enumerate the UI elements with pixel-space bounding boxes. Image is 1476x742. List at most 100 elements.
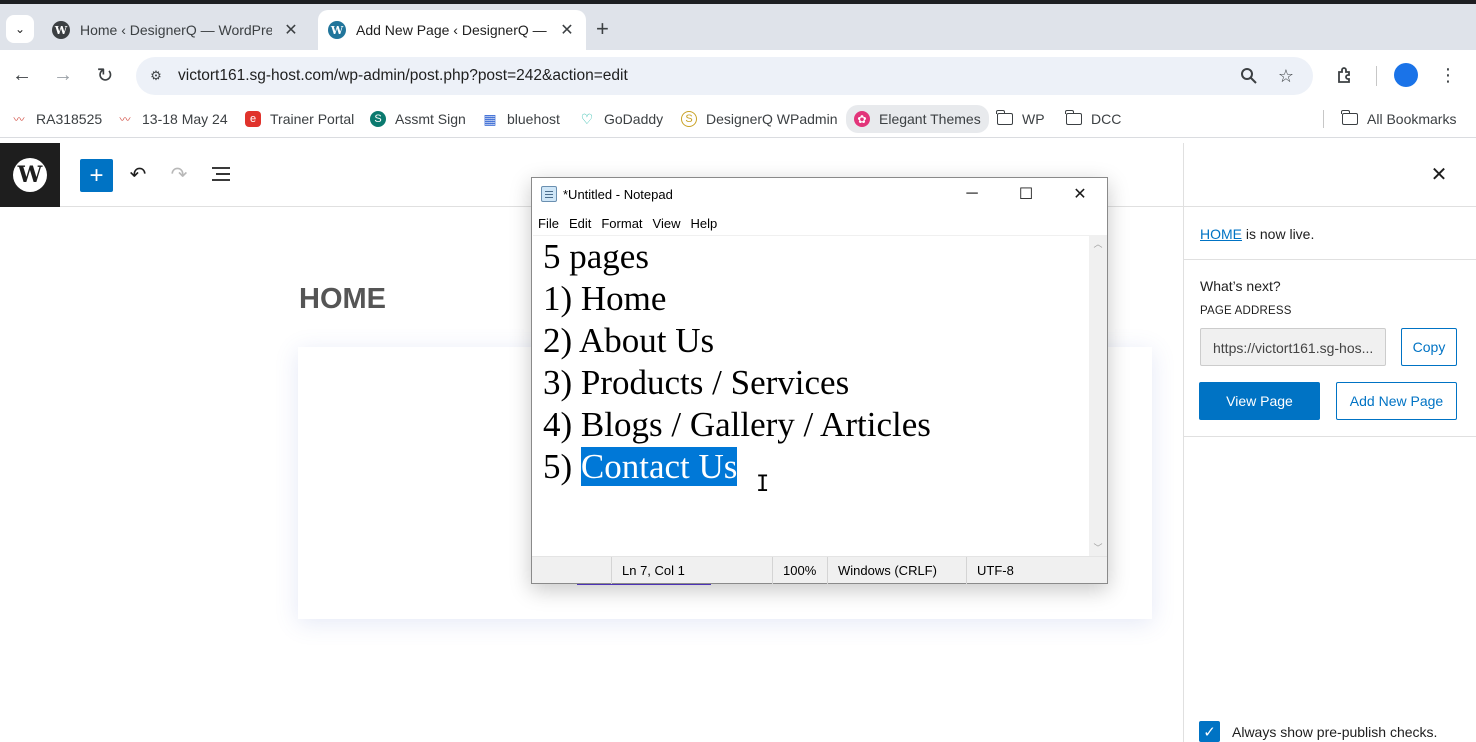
bookmark-folder-dcc[interactable]: DCC	[1065, 108, 1122, 130]
bookmark-13-18-may[interactable]: 〰 13-18 May 24	[117, 108, 228, 130]
menu-view[interactable]: View	[653, 216, 681, 231]
extensions-puzzle-icon[interactable]	[1332, 62, 1358, 88]
address-bar[interactable]: ⚙ victort161.sg-host.com/wp-admin/post.p…	[136, 57, 1313, 95]
text-line: 1) Home	[543, 279, 667, 318]
bookmark-label: DCC	[1091, 111, 1122, 127]
back-arrow-icon[interactable]: ←	[9, 62, 35, 88]
status-line-endings: Windows (CRLF)	[827, 557, 937, 584]
bookmark-godaddy[interactable]: ♡ GoDaddy	[579, 108, 663, 130]
bookmark-label: WP	[1022, 111, 1045, 127]
menu-file[interactable]: File	[538, 216, 559, 231]
status-position: Ln 7, Col 1	[611, 557, 685, 584]
all-bookmarks[interactable]: All Bookmarks	[1341, 108, 1457, 130]
text-line: 5) Contact Us	[543, 446, 738, 488]
folder-icon	[1341, 110, 1358, 127]
bookmarks-bar: 〰 RA318525 〰 13-18 May 24 e Trainer Port…	[0, 100, 1476, 138]
block-inserter-plus-button[interactable]: +	[80, 159, 113, 192]
minimize-icon[interactable]: ─	[945, 178, 999, 210]
bookmark-label: bluehost	[507, 111, 560, 127]
divider	[1184, 259, 1476, 260]
browser-tab-add-new-page[interactable]: W Add New Page ‹ DesignerQ — WordPress ✕	[318, 10, 586, 50]
folder-icon	[996, 110, 1013, 127]
forward-arrow-icon[interactable]: →	[50, 62, 76, 88]
window-title: *Untitled - Notepad	[563, 187, 673, 202]
elegant-themes-icon: ✿	[854, 111, 870, 127]
post-publish-panel: ✕ HOME is now live. What’s next? PAGE AD…	[1183, 143, 1476, 742]
scroll-down-arrow-icon[interactable]: ﹀	[1089, 539, 1107, 556]
chart-line-icon: 〰	[13, 114, 25, 126]
menu-format[interactable]: Format	[601, 216, 642, 231]
folder-icon	[1065, 110, 1082, 127]
selected-text: Contact Us	[580, 447, 738, 486]
bookmark-elegant-themes[interactable]: ✿ Elegant Themes	[846, 105, 989, 133]
tab-title: Add New Page ‹ DesignerQ — WordPress	[356, 22, 548, 38]
coin-icon: S	[681, 111, 697, 127]
bookmark-label: Assmt Sign	[395, 111, 466, 127]
bookmark-label: 13-18 May 24	[142, 111, 228, 127]
page-title[interactable]: HOME	[299, 283, 386, 316]
add-new-page-button[interactable]: Add New Page	[1336, 382, 1457, 420]
wordpress-favicon-icon: W	[52, 21, 70, 39]
bookmark-trainer-portal[interactable]: e Trainer Portal	[245, 108, 354, 130]
tab-title: Home ‹ DesignerQ — WordPress	[80, 22, 272, 38]
vertical-scrollbar[interactable]: ︿ ﹀	[1089, 235, 1107, 556]
notepad-title-bar[interactable]: *Untitled - Notepad ─ ☐ ✕	[532, 178, 1107, 210]
bookmark-folder-wp[interactable]: WP	[996, 108, 1045, 130]
bookmarks-separator	[1323, 110, 1324, 128]
scroll-up-arrow-icon[interactable]: ︿	[1089, 235, 1107, 252]
panel-header: ✕	[1184, 143, 1476, 207]
notepad-app-icon	[541, 186, 557, 202]
wordpress-logo-icon[interactable]: W	[0, 143, 60, 207]
checkmark-icon[interactable]: ✓	[1199, 721, 1220, 742]
status-zoom: 100%	[772, 557, 816, 584]
page-address-label: PAGE ADDRESS	[1200, 305, 1292, 317]
all-bookmarks-label: All Bookmarks	[1367, 111, 1457, 127]
notepad-text-area[interactable]: 5 pages 1) Home 2) About Us 3) Products …	[533, 235, 1089, 556]
close-icon[interactable]: ✕	[1428, 163, 1450, 186]
text-line: 2) About Us	[543, 321, 715, 360]
menu-edit[interactable]: Edit	[569, 216, 591, 231]
profile-avatar-icon[interactable]	[1393, 62, 1419, 88]
browser-menu-kebab-icon[interactable]: ⋮	[1435, 62, 1461, 88]
bookmark-label: RA318525	[36, 111, 103, 127]
page-address-field[interactable]: https://victort161.sg-hos...	[1200, 328, 1386, 366]
grid-icon: ▦	[483, 110, 497, 127]
close-icon[interactable]: ✕	[1053, 178, 1107, 210]
new-tab-plus-icon[interactable]: +	[596, 18, 609, 40]
whats-next-heading: What’s next?	[1200, 278, 1281, 294]
bookmark-assmt-sign[interactable]: S Assmt Sign	[370, 108, 466, 130]
site-info-tune-icon[interactable]: ⚙	[146, 66, 166, 86]
live-message-suffix: is now live.	[1242, 226, 1315, 242]
prepublish-checks-toggle[interactable]: ✓ Always show pre-publish checks.	[1199, 721, 1437, 742]
tab-search-chevron-icon[interactable]: ⌄	[6, 15, 34, 43]
menu-help[interactable]: Help	[690, 216, 717, 231]
url-text[interactable]: victort161.sg-host.com/wp-admin/post.php…	[178, 67, 628, 85]
undo-icon[interactable]: ↶	[125, 161, 151, 187]
chart-line-icon: 〰	[119, 114, 131, 126]
view-page-button[interactable]: View Page	[1199, 382, 1320, 420]
notepad-menu-bar: File Edit Format View Help	[532, 211, 1107, 235]
page-live-link[interactable]: HOME	[1200, 226, 1242, 242]
redo-icon[interactable]: ↷	[166, 161, 192, 187]
close-tab-icon[interactable]: ✕	[558, 20, 576, 40]
bookmark-label: DesignerQ WPadmin	[706, 111, 838, 127]
bookmark-label: GoDaddy	[604, 111, 664, 127]
text-cursor-ibeam-icon: I	[756, 472, 770, 497]
bookmark-ra318525[interactable]: 〰 RA318525	[11, 108, 103, 130]
bookmark-designerq-wpadmin[interactable]: S DesignerQ WPadmin	[681, 108, 838, 130]
browser-tab-home[interactable]: W Home ‹ DesignerQ — WordPress ✕	[42, 10, 310, 50]
bookmark-bluehost[interactable]: ▦ bluehost	[482, 108, 560, 130]
browser-toolbar: ← → ↻ ⚙ victort161.sg-host.com/wp-admin/…	[0, 50, 1476, 100]
prepublish-label: Always show pre-publish checks.	[1232, 723, 1438, 740]
document-overview-list-icon[interactable]	[208, 161, 234, 187]
bookmark-label: Elegant Themes	[879, 111, 981, 127]
reload-icon[interactable]: ↻	[92, 62, 118, 88]
zoom-magnifier-icon[interactable]	[1238, 65, 1260, 87]
live-message: HOME is now live.	[1200, 226, 1314, 242]
maximize-icon[interactable]: ☐	[999, 178, 1053, 210]
close-tab-icon[interactable]: ✕	[282, 20, 300, 40]
text-line: 3) Products / Services	[543, 363, 850, 402]
bookmark-star-icon[interactable]: ☆	[1275, 65, 1297, 87]
copy-button[interactable]: Copy	[1401, 328, 1457, 366]
divider	[1184, 436, 1476, 437]
